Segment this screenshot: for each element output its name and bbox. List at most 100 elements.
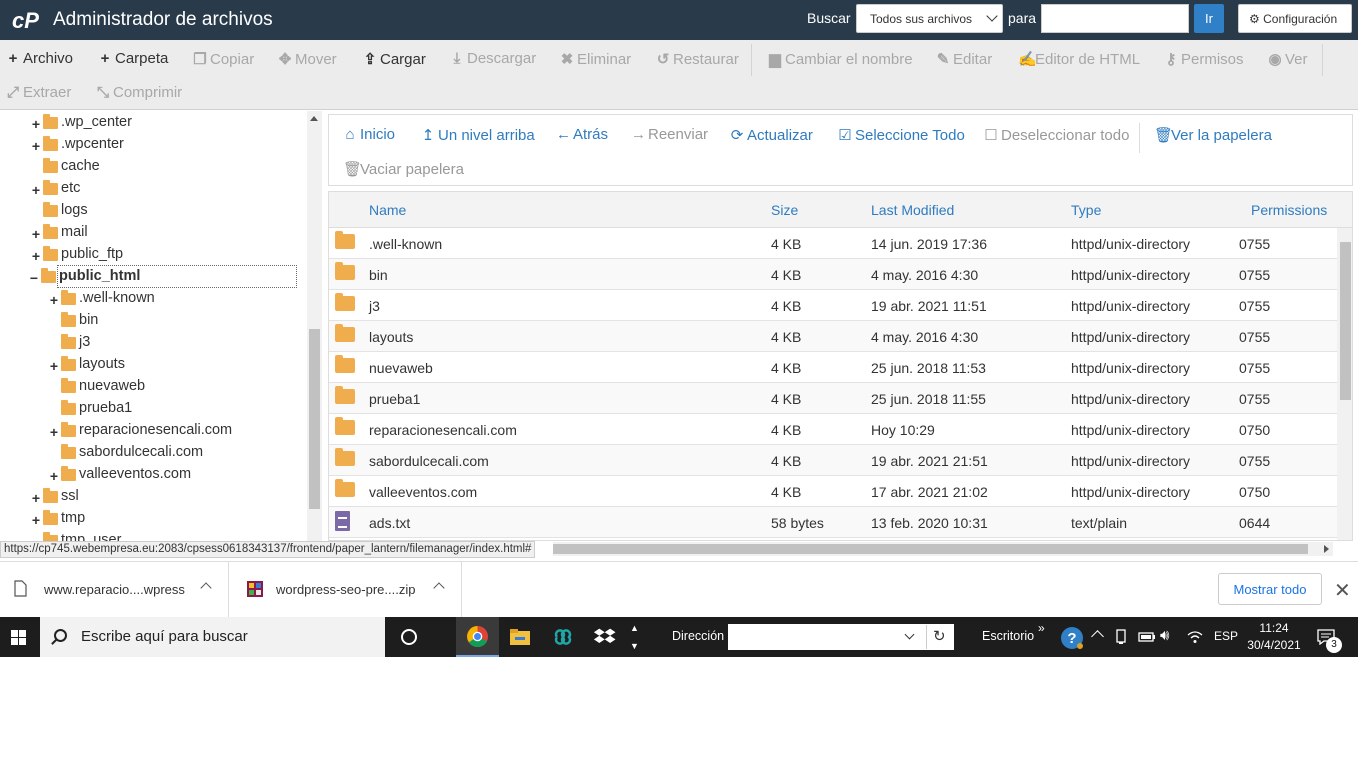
column-name[interactable]: Name (369, 202, 406, 218)
table-row[interactable]: reparacionesencali.com 4 KB Hoy 10:29 ht… (329, 414, 1337, 445)
move-button[interactable]: ✥ Mover (278, 50, 337, 68)
expand-icon[interactable]: + (48, 468, 60, 484)
upload-icon: ⇪ (363, 51, 377, 68)
expand-icon[interactable]: + (30, 490, 42, 506)
task-view-icon[interactable] (397, 625, 421, 649)
windows-start-icon[interactable] (11, 630, 26, 645)
help-icon[interactable]: ? (1060, 626, 1084, 650)
search-scope-select[interactable]: Todos sus archivos (856, 4, 1003, 33)
expand-icon[interactable]: + (30, 226, 42, 242)
expand-icon[interactable]: + (30, 138, 42, 154)
clock-date: 30/4/2021 (1247, 638, 1301, 652)
table-row[interactable]: valleeventos.com 4 KB 17 abr. 2021 21:02… (329, 476, 1337, 507)
expand-icon[interactable]: + (48, 358, 60, 374)
tree-scrollbar[interactable] (307, 111, 322, 541)
download-item[interactable]: www.reparacio....wpress (0, 562, 229, 618)
scrollbar-thumb[interactable] (1340, 242, 1351, 400)
refresh-button[interactable]: ⟳ Actualizar (730, 126, 813, 144)
horizontal-scrollbar[interactable] (553, 542, 1333, 556)
scroll-up-icon[interactable] (310, 116, 318, 121)
taskbar-scroll-arrows[interactable]: ▲ ▼ (630, 619, 639, 655)
expand-icon[interactable]: + (48, 424, 60, 440)
chevron-up-icon[interactable] (200, 582, 212, 594)
column-permissions[interactable]: Permissions (1251, 202, 1327, 218)
column-type[interactable]: Type (1071, 202, 1101, 218)
table-row[interactable]: ads.txt 58 bytes 13 feb. 2020 10:31 text… (329, 507, 1337, 538)
new-file-button[interactable]: + Archivo (6, 50, 73, 67)
text-file-icon (335, 511, 350, 531)
chrome-taskbar-button[interactable] (456, 617, 499, 657)
edit-button[interactable]: ✎ Editar (936, 50, 992, 68)
chevron-up-icon[interactable] (1091, 630, 1104, 643)
view-trash-button[interactable]: 🗑Ver la papelera (1154, 126, 1272, 144)
chevron-double-right-icon[interactable]: » (1038, 621, 1045, 635)
expand-icon[interactable]: + (30, 248, 42, 264)
forward-button[interactable]: → Reenviar (631, 126, 708, 143)
table-row[interactable]: sabordulcecali.com 4 KB 19 abr. 2021 21:… (329, 445, 1337, 476)
close-icon[interactable]: ✕ (1334, 578, 1351, 603)
scroll-right-icon[interactable] (1324, 545, 1329, 553)
download-button[interactable]: ⤓ Descargar (450, 50, 537, 67)
upload-button[interactable]: ⇪ Cargar (363, 50, 426, 68)
html-editor-button[interactable]: ✍Editor de HTML (1018, 50, 1140, 68)
view-button[interactable]: ◉ Ver (1268, 50, 1307, 68)
battery-icon[interactable] (1138, 631, 1156, 643)
column-size[interactable]: Size (771, 202, 798, 218)
rename-button[interactable]: ▆ Cambiar el nombre (768, 50, 912, 68)
new-folder-button[interactable]: + Carpeta (98, 50, 169, 67)
search-input[interactable] (1041, 4, 1189, 33)
main-toolbar: + Archivo + Carpeta ❐ Copiar ✥ Mover ⇪ Cargar… (0, 40, 1358, 110)
empty-trash-button[interactable]: 🗑Vaciar papelera (343, 160, 464, 178)
taskbar-search-box[interactable]: Escribe aquí para buscar (40, 617, 385, 657)
download-item[interactable]: wordpress-seo-pre....zip (229, 562, 462, 618)
chevron-up-icon[interactable] (433, 582, 445, 594)
deselect-all-button[interactable]: ☐ Deseleccionar todo (984, 126, 1129, 144)
chevron-down-icon[interactable] (904, 629, 915, 640)
expand-icon[interactable]: + (48, 292, 60, 308)
system-clock[interactable]: 11:24 30/4/2021 (1244, 620, 1304, 654)
back-button[interactable]: ← Atrás (556, 126, 608, 143)
expand-icon[interactable]: + (30, 116, 42, 132)
table-row[interactable]: bin 4 KB 4 may. 2016 4:30 httpd/unix-dir… (329, 259, 1337, 290)
folder-icon (61, 444, 76, 459)
folder-icon (43, 180, 58, 195)
desktop-toolbar-label[interactable]: Escritorio (982, 629, 1034, 643)
expand-icon[interactable]: + (30, 512, 42, 528)
input-language[interactable]: ESP (1214, 629, 1238, 643)
settings-button[interactable]: ⚙ Configuración (1238, 4, 1352, 33)
table-row[interactable]: prueba1 4 KB 25 jun. 2018 11:55 httpd/un… (329, 383, 1337, 414)
go-arrow-icon[interactable]: ↻ (933, 627, 946, 645)
permissions-button[interactable]: ⚷ Permisos (1164, 50, 1244, 68)
wifi-icon[interactable] (1186, 629, 1204, 645)
table-row[interactable]: j3 4 KB 19 abr. 2021 11:51 httpd/unix-di… (329, 290, 1337, 321)
scrollbar-thumb[interactable] (309, 329, 320, 509)
address-input[interactable]: ↻ (728, 624, 954, 650)
compress-button[interactable]: ⤡ Comprimir (96, 84, 182, 101)
para-label: para (1008, 10, 1037, 26)
select-all-button[interactable]: ☑ Seleccione Todo (838, 126, 965, 144)
go-button[interactable]: Ir (1194, 4, 1224, 33)
delete-button[interactable]: ✖ Eliminar (560, 50, 631, 68)
expand-icon[interactable]: + (30, 182, 42, 198)
table-header: Name Size Last Modified Type Permissions (329, 192, 1352, 228)
extract-button[interactable]: ⤢ Extraer (6, 84, 71, 101)
device-icon[interactable] (1114, 629, 1128, 645)
restore-button[interactable]: ↺ Restaurar (656, 50, 739, 68)
folder-icon (61, 312, 76, 327)
arduino-icon[interactable] (551, 625, 575, 649)
dropbox-icon[interactable] (593, 625, 617, 649)
show-all-button[interactable]: Mostrar todo (1218, 573, 1322, 605)
volume-icon[interactable]: 🔊︎ (1160, 627, 1169, 644)
collapse-icon[interactable]: − (28, 270, 40, 286)
column-modified[interactable]: Last Modified (871, 202, 954, 218)
scrollbar-thumb[interactable] (553, 544, 1308, 554)
header-bar: cP Administrador de archivos Buscar Todo… (0, 0, 1358, 40)
home-button[interactable]: ⌂ Inicio (343, 126, 395, 143)
table-row[interactable]: layouts 4 KB 4 may. 2016 4:30 httpd/unix… (329, 321, 1337, 352)
table-scrollbar[interactable] (1337, 228, 1352, 540)
table-row[interactable]: .well-known 4 KB 14 jun. 2019 17:36 http… (329, 228, 1337, 259)
copy-button[interactable]: ❐ Copiar (193, 50, 254, 68)
file-explorer-icon[interactable] (508, 625, 532, 649)
table-row[interactable]: nuevaweb 4 KB 25 jun. 2018 11:53 httpd/u… (329, 352, 1337, 383)
up-level-button[interactable]: ↥ Un nivel arriba (421, 126, 535, 144)
